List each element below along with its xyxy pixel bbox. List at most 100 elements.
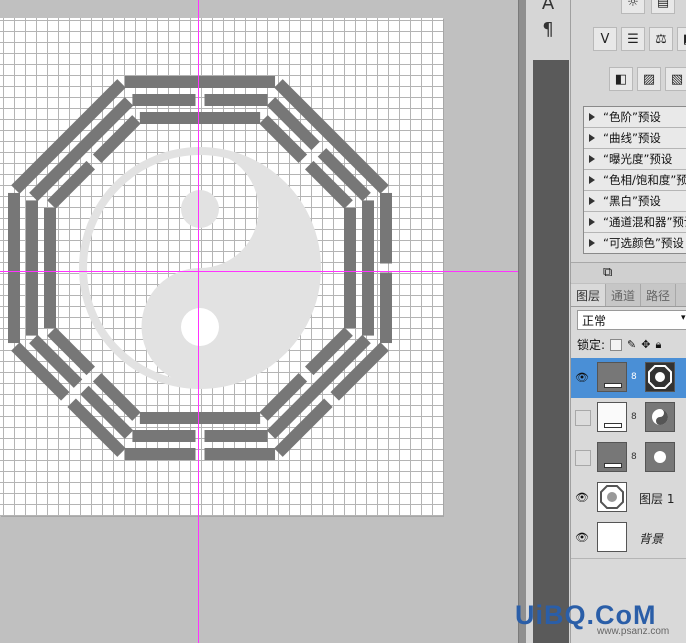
layer-row[interactable]: 👁︎ 8 [571, 358, 686, 399]
trigram-line-solid [124, 76, 276, 88]
expand-triangle-icon [589, 155, 595, 163]
layer-row[interactable]: 👁︎ 背景 [571, 518, 686, 559]
trigram [11, 79, 141, 209]
yinyang-symbol [79, 147, 321, 389]
trigram-line-broken [380, 192, 392, 264]
preset-exposure[interactable]: “曝光度”预设 [584, 149, 686, 170]
preset-levels[interactable]: “色阶”预设 [584, 107, 686, 128]
channel-mixer-icon[interactable]: ▨ [637, 67, 661, 91]
expand-triangle-icon [589, 239, 595, 247]
layer-mask-thumbnail [645, 362, 675, 392]
watermark-url: www.psanz.com [597, 626, 670, 637]
trigram-line-broken [380, 272, 392, 344]
expand-triangle-icon [589, 134, 595, 142]
tab-paths[interactable]: 路径 [641, 284, 677, 306]
preset-black-white[interactable]: “黑白”预设 [584, 191, 686, 212]
lock-move-icon[interactable]: ✥ [641, 338, 650, 351]
lock-label: 锁定: [577, 338, 606, 352]
paragraph-icon[interactable]: ¶ [534, 16, 562, 42]
trigram-line-solid [44, 207, 56, 329]
tab-layers[interactable]: 图层 [571, 284, 607, 306]
adjustments-footer: ⧉ [571, 262, 686, 283]
trigram-line-broken [204, 448, 276, 460]
chevron-down-icon: ▾ [681, 313, 686, 323]
trigram [124, 412, 276, 460]
trigram-line-solid [362, 200, 374, 336]
layer-thumbnail [597, 442, 627, 472]
link-icon[interactable]: 8 [631, 372, 637, 384]
trigram-line-broken [132, 430, 196, 442]
layer-name[interactable]: 图层 1 [639, 490, 674, 507]
brightness-icon[interactable]: ☼ [621, 0, 645, 14]
blend-mode-value: 正常 [582, 313, 607, 328]
eye-icon[interactable]: 👁︎ [575, 370, 589, 384]
layer-row[interactable]: 8 [571, 398, 686, 439]
layer-row[interactable]: 👁︎ 图层 1 [571, 478, 686, 519]
text-icon[interactable]: A [534, 0, 562, 16]
trigram-line-solid [8, 192, 20, 344]
preset-label: “可选颜色”预设 [603, 236, 684, 250]
layer-name[interactable]: 背景 [639, 530, 663, 547]
preset-label: “曝光度”预设 [603, 152, 673, 166]
lock-all-icon[interactable]: 🔒︎ [655, 338, 661, 352]
levels-icon[interactable]: ▤ [651, 0, 675, 14]
layer-thumbnail [597, 362, 627, 392]
eye-off-icon[interactable] [575, 450, 591, 466]
hsl-icon[interactable]: ☰ [621, 27, 645, 51]
watermark-logo: UiBQ.CoM www.psanz.com [515, 600, 686, 643]
preset-channel-mixer[interactable]: “通道混和器”预设 [584, 212, 686, 233]
trigram-line-broken [132, 94, 196, 106]
trigram-line-solid [11, 79, 126, 194]
preset-label: “色阶”预设 [603, 110, 661, 124]
preset-label: “色相/饱和度”预 [603, 173, 686, 187]
gradient-map-icon[interactable]: ▧ [665, 67, 686, 91]
dock-strip [533, 60, 569, 643]
layer-thumbnail [597, 402, 627, 432]
layers-panel-tabs: 图层 通道 路径 [571, 284, 686, 307]
layers-panel: 图层 通道 路径 正常 ▾ 锁定: ✎ ✥ 🔒︎ 👁︎ 8 8 8 👁︎ 图层 … [570, 284, 686, 643]
eye-icon[interactable]: 👁︎ [575, 490, 589, 504]
trigram [344, 192, 392, 344]
expand-triangle-icon [589, 218, 595, 226]
layer-row[interactable]: 8 [571, 438, 686, 479]
trigram-line-solid [274, 79, 389, 194]
trigram-line-broken [204, 94, 268, 106]
trigram-line-solid [139, 112, 261, 124]
preset-label: “曲线”预设 [603, 131, 661, 145]
preset-hue-saturation[interactable]: “色相/饱和度”预 [584, 170, 686, 191]
adjustments-panel: ☼ ▤ V ☰ ⚖ ◩ ◧ ▨ ▧ “色阶”预设 “曲线”预设 “曝光度”预设 … [570, 0, 686, 283]
black-white-icon[interactable]: ◩ [677, 27, 686, 51]
preset-label: “通道混和器”预设 [603, 215, 686, 229]
lock-transparency-icon[interactable] [610, 338, 623, 351]
clip-layer-icon[interactable]: ⧉ [603, 265, 612, 280]
link-icon[interactable]: 8 [631, 452, 637, 464]
expand-triangle-icon [589, 176, 595, 184]
blend-mode-select[interactable]: 正常 ▾ [577, 310, 686, 330]
lock-row: 锁定: ✎ ✥ 🔒︎ [577, 336, 661, 353]
preset-label: “黑白”预设 [603, 194, 661, 208]
trigram-line-solid [26, 200, 38, 336]
color-balance-icon[interactable]: ⚖ [649, 27, 673, 51]
photo-filter-icon[interactable]: ◧ [609, 67, 633, 91]
layer-thumbnail [597, 482, 627, 512]
adjustment-presets-list: “色阶”预设 “曲线”预设 “曝光度”预设 “色相/饱和度”预 “黑白”预设 “… [583, 106, 686, 254]
tab-channels[interactable]: 通道 [606, 284, 642, 306]
preset-selective-color[interactable]: “可选颜色”预设 [584, 233, 686, 253]
horizontal-guide [0, 271, 518, 272]
trigram-line-solid [139, 412, 261, 424]
trigram-line-broken [124, 448, 196, 460]
eye-icon[interactable]: 👁︎ [575, 530, 589, 544]
layer-mask-thumbnail [645, 402, 675, 432]
vibrance-icon[interactable]: V [593, 27, 617, 51]
layer-mask-thumbnail [645, 442, 675, 472]
vertical-guide [198, 0, 199, 643]
trigram-line-broken [204, 430, 268, 442]
link-icon[interactable]: 8 [631, 412, 637, 424]
lock-paint-icon[interactable]: ✎ [627, 338, 636, 351]
eye-off-icon[interactable] [575, 410, 591, 426]
preset-curves[interactable]: “曲线”预设 [584, 128, 686, 149]
trigram-line-solid [344, 207, 356, 329]
expand-triangle-icon [589, 113, 595, 121]
trigram [11, 327, 141, 457]
layer-thumbnail [597, 522, 627, 552]
